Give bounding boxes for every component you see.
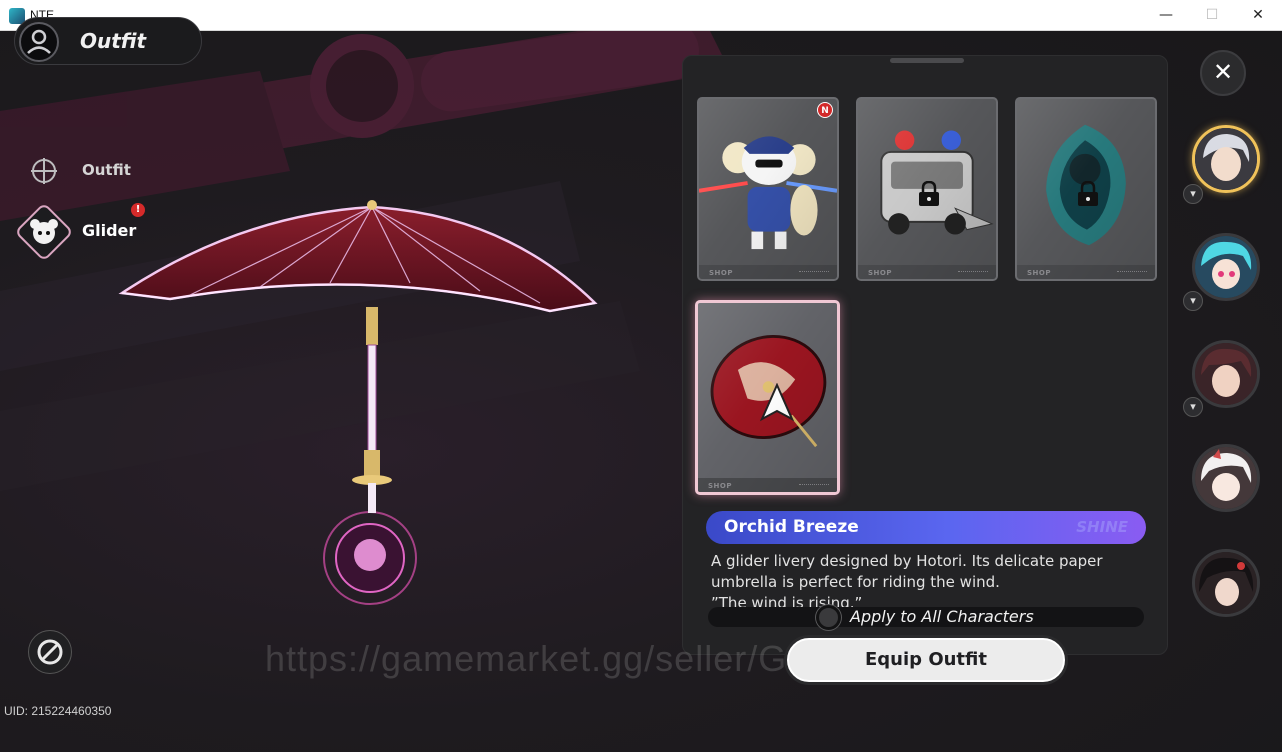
character-avatar-5[interactable] xyxy=(1192,549,1260,617)
character-avatar-1[interactable] xyxy=(1192,125,1260,193)
teal-haired-portrait xyxy=(1195,236,1257,298)
swap-down-icon[interactable]: ▾ xyxy=(1183,291,1203,311)
police-mascot-glider-image xyxy=(699,136,837,250)
swap-down-icon[interactable]: ▾ xyxy=(1183,184,1203,204)
lock-icon xyxy=(919,181,939,206)
lock-icon xyxy=(1078,181,1098,206)
character-silhouette-icon xyxy=(19,22,59,62)
maximize-button[interactable]: ☐ xyxy=(1189,0,1235,31)
silver-haired-portrait xyxy=(1195,128,1257,190)
watermark: https://gamemarket.gg/seller/G xyxy=(265,638,788,679)
close-icon[interactable]: ✕ xyxy=(1200,50,1246,96)
glider-mascot-icon[interactable] xyxy=(15,203,73,261)
card-footer: SHOP xyxy=(858,265,996,279)
card-shop-label: SHOP xyxy=(709,269,733,277)
prohibit-icon[interactable] xyxy=(28,630,72,674)
minimize-button[interactable]: — xyxy=(1143,0,1189,31)
apply-all-radio[interactable] xyxy=(816,605,841,630)
card-shop-label: SHOP xyxy=(1027,269,1051,277)
item-name-bar: Orchid Breeze SHINE xyxy=(706,511,1146,544)
page-title: Outfit xyxy=(80,29,147,53)
nav-item-outfit[interactable]: Outfit xyxy=(82,161,131,179)
outfit-header: Outfit xyxy=(14,17,202,65)
white-haired-portrait xyxy=(1195,447,1257,509)
item-description: A glider livery designed by Hotori. Its … xyxy=(711,551,1151,614)
card-footer: SHOP xyxy=(699,265,837,279)
glider-preview-umbrella xyxy=(118,200,598,513)
uid-label: UID: 215224460350 xyxy=(4,704,112,718)
equip-outfit-button[interactable]: Equip Outfit xyxy=(787,638,1065,682)
glider-card-police-mascot[interactable]: N SHOP xyxy=(697,97,839,281)
glider-card-spirit-flame[interactable]: SHOP xyxy=(1015,97,1157,281)
character-avatar-3[interactable] xyxy=(1192,340,1260,408)
card-shop-label: SHOP xyxy=(708,482,732,490)
description-line: umbrella is perfect for riding the wind. xyxy=(711,573,1000,591)
pointer-cursor-icon xyxy=(760,383,794,422)
card-shop-label: SHOP xyxy=(868,269,892,277)
card-dots xyxy=(799,271,829,274)
black-haired-portrait xyxy=(1195,552,1257,614)
panel-drag-handle[interactable] xyxy=(890,58,964,63)
item-name: Orchid Breeze xyxy=(724,517,859,537)
glider-card-orchid-umbrella[interactable]: SHOP xyxy=(695,300,840,495)
window-close-button[interactable]: ✕ xyxy=(1235,0,1281,31)
character-avatar-2[interactable] xyxy=(1192,233,1260,301)
glider-card-police-car[interactable]: SHOP xyxy=(856,97,998,281)
crosshair-globe-icon[interactable] xyxy=(30,157,58,185)
rarity-tag: SHINE xyxy=(1076,518,1128,536)
apply-all-label[interactable]: Apply to All Characters xyxy=(850,607,1034,626)
card-footer: SHOP xyxy=(1017,265,1155,279)
swap-down-icon[interactable]: ▾ xyxy=(1183,397,1203,417)
description-line: A glider livery designed by Hotori. Its … xyxy=(711,552,1103,570)
card-footer: SHOP xyxy=(698,478,837,492)
card-dots xyxy=(958,271,988,274)
card-dots xyxy=(799,484,829,487)
dark-haired-portrait xyxy=(1195,343,1257,405)
new-badge: N xyxy=(817,102,833,118)
card-dots xyxy=(1117,271,1147,274)
character-avatar-4[interactable] xyxy=(1192,444,1260,512)
